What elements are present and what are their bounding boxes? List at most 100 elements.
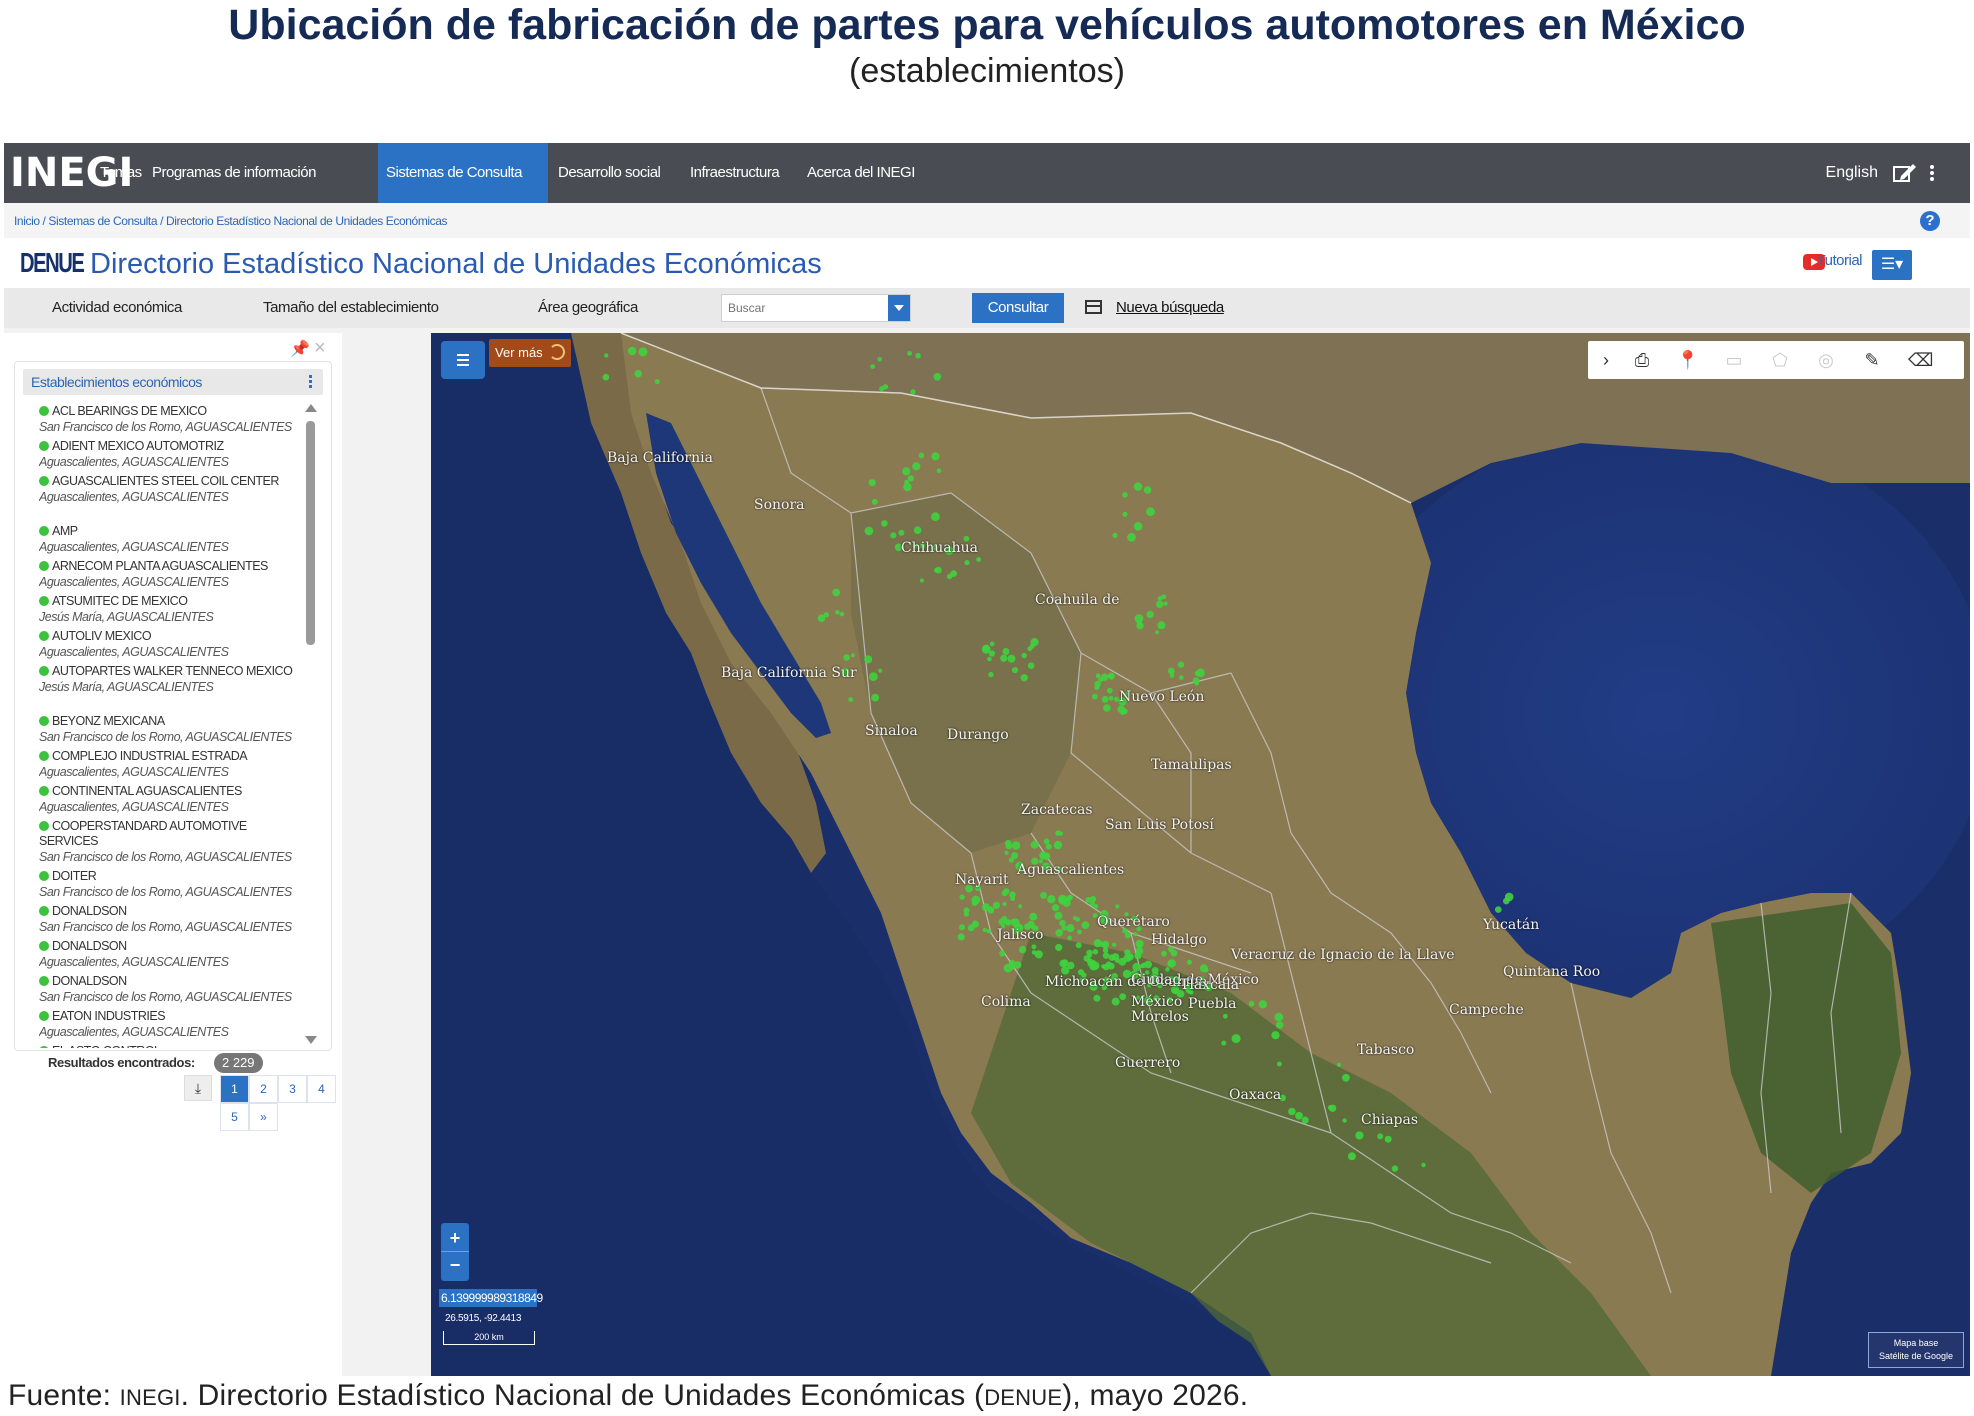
pin-tool-icon[interactable]: 📍 (1676, 348, 1700, 372)
establishment-point[interactable] (1161, 950, 1167, 957)
establishment-point[interactable] (864, 526, 874, 536)
list-item[interactable]: BEYONZ MEXICANA San Francisco de los Romo… (39, 714, 301, 749)
list-item[interactable]: EATON INDUSTRIES Aguascalientes, AGUASCAL… (39, 1009, 301, 1044)
list-item[interactable]: AUTOPARTES WALKER TENNECO MEXICO Jesús Ma… (39, 664, 301, 714)
establishment-point[interactable] (1103, 704, 1111, 712)
establishment-point[interactable] (1055, 830, 1061, 836)
establishment-point[interactable] (1040, 891, 1048, 899)
page-button[interactable]: 5 (220, 1103, 249, 1131)
establishment-point[interactable] (902, 467, 911, 476)
list-item[interactable]: DONALDSON Aguascalientes, AGUASCALIENTES (39, 939, 301, 974)
nav-item-temas[interactable]: Temas (92, 143, 150, 203)
establishment-point[interactable] (832, 588, 841, 597)
establishment-point[interactable] (1100, 673, 1109, 681)
establishment-point[interactable] (1108, 673, 1113, 678)
establishment-point[interactable] (971, 920, 980, 928)
establishment-point[interactable] (1066, 895, 1073, 901)
establishment-point[interactable] (981, 645, 991, 654)
ver-mas-button[interactable]: Ver más (489, 339, 571, 367)
establishment-point[interactable] (850, 653, 855, 658)
establishment-point[interactable] (1503, 897, 1510, 905)
establishment-point[interactable] (1169, 673, 1175, 678)
establishment-point[interactable] (1347, 1152, 1356, 1161)
list-item[interactable]: ATSUMITEC DE MEXICO Jesús María, AGUASCAL… (39, 594, 301, 629)
establishment-point[interactable] (1134, 952, 1142, 960)
list-item[interactable]: COOPERSTANDARD AUTOMOTIVE SERVICES San Fr… (39, 819, 301, 869)
establishment-point[interactable] (1085, 896, 1092, 903)
establishment-point[interactable] (1005, 842, 1013, 850)
list-item[interactable]: EL ASTO CONTROLAguascalientes, AGUASCALI… (39, 1044, 301, 1048)
results-header[interactable]: Establecimientos económicos (23, 369, 323, 395)
results-scrollbar[interactable] (305, 404, 317, 1044)
list-item[interactable]: AGUASCALIENTES STEEL COIL CENTER Aguascal… (39, 474, 301, 524)
establishment-point[interactable] (1301, 1116, 1309, 1124)
establishment-point[interactable] (1421, 1162, 1426, 1168)
establishment-point[interactable] (1133, 932, 1138, 937)
establishment-point[interactable] (864, 655, 873, 664)
establishment-point[interactable] (1327, 1105, 1333, 1111)
establishment-point[interactable] (1021, 652, 1027, 659)
establishment-point[interactable] (638, 347, 648, 357)
tutorial-link[interactable]: Tutorial (1817, 252, 1863, 269)
establishment-point[interactable] (1007, 654, 1016, 663)
establishment-point[interactable] (1040, 854, 1045, 859)
scroll-down-icon[interactable] (305, 1036, 317, 1044)
establishment-point[interactable] (907, 475, 914, 482)
establishment-point[interactable] (1058, 894, 1067, 904)
establishment-point[interactable] (1027, 662, 1035, 669)
establishment-point[interactable] (931, 452, 940, 461)
establishment-point[interactable] (602, 373, 610, 381)
establishment-point[interactable] (1003, 888, 1010, 895)
establishment-point[interactable] (946, 573, 953, 580)
header-menu-button[interactable]: ☰▾ (1872, 250, 1912, 280)
table-icon[interactable] (1085, 300, 1102, 314)
list-item[interactable]: ACL BEARINGS DE MEXICO San Francisco de l… (39, 404, 301, 439)
base-map-switcher[interactable]: Mapa base Satélite de Google (1868, 1332, 1964, 1368)
nav-item-desarrollo[interactable]: Desarrollo social (550, 143, 668, 203)
map-menu-button[interactable] (441, 341, 485, 379)
page-button[interactable]: 2 (249, 1075, 278, 1103)
establishment-point[interactable] (1177, 661, 1185, 668)
establishment-point[interactable] (1095, 673, 1101, 679)
establishment-point[interactable] (1146, 507, 1155, 517)
establishment-point[interactable] (1030, 840, 1039, 849)
establishment-point[interactable] (1167, 959, 1176, 968)
establishment-point[interactable] (1093, 904, 1099, 909)
establishment-point[interactable] (1111, 942, 1117, 947)
establishment-point[interactable] (1092, 693, 1098, 700)
establishment-point[interactable] (1101, 695, 1109, 703)
establishment-point[interactable] (933, 373, 942, 381)
establishment-point[interactable] (1054, 911, 1063, 920)
list-item[interactable]: DONALDSON San Francisco de los Romo, AGUA… (39, 904, 301, 939)
help-icon[interactable]: ? (1920, 211, 1940, 231)
search-dropdown-button[interactable] (888, 295, 910, 321)
establishment-point[interactable] (971, 895, 981, 905)
establishment-point[interactable] (1124, 932, 1131, 939)
establishment-point[interactable] (1075, 942, 1082, 949)
establishment-point[interactable] (1186, 959, 1192, 965)
establishment-point[interactable] (976, 557, 981, 562)
establishment-point[interactable] (1029, 643, 1035, 649)
establishment-point[interactable] (910, 389, 916, 395)
establishment-point[interactable] (634, 369, 642, 378)
establishment-point[interactable] (823, 612, 829, 618)
print-icon[interactable]: ⎙ (1630, 348, 1654, 372)
establishment-point[interactable] (1495, 906, 1502, 913)
establishment-point[interactable] (839, 611, 845, 617)
establishment-point[interactable] (1342, 1073, 1350, 1082)
establishment-point[interactable] (964, 560, 970, 566)
establishment-point[interactable] (654, 379, 660, 385)
establishment-point[interactable] (1248, 1000, 1255, 1007)
chevron-right-icon[interactable]: › (1594, 348, 1618, 372)
language-link[interactable]: English (1826, 143, 1878, 203)
establishment-point[interactable] (988, 671, 994, 678)
establishment-point[interactable] (1083, 955, 1090, 962)
establishment-point[interactable] (1336, 1062, 1342, 1067)
zoom-out-button[interactable]: − (441, 1251, 469, 1277)
establishment-point[interactable] (1157, 596, 1163, 601)
establishment-point[interactable] (871, 498, 878, 505)
establishment-point[interactable] (1105, 961, 1112, 967)
establishment-point[interactable] (958, 924, 966, 931)
establishment-point[interactable] (1043, 838, 1050, 845)
establishment-point[interactable] (992, 901, 1001, 909)
